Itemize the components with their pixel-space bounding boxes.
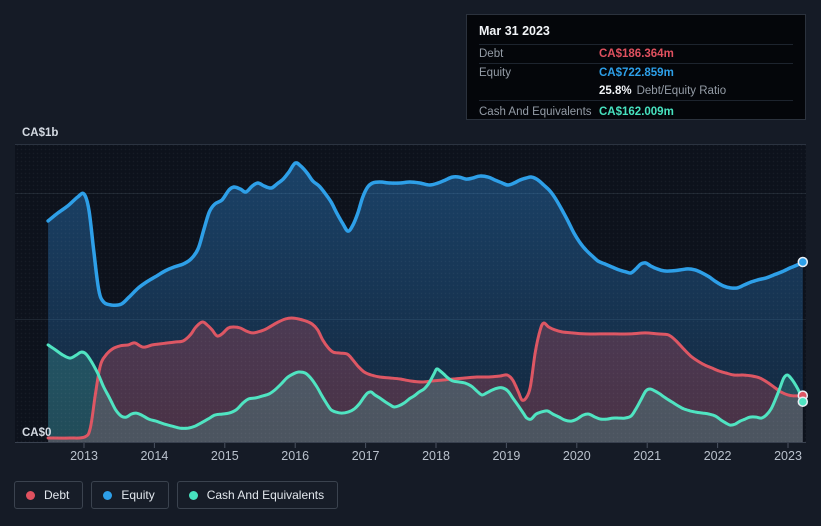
x-axis-label-2021: 2021 bbox=[633, 449, 661, 463]
equity-series-dot-icon bbox=[103, 490, 113, 500]
x-axis-labels: 2013 2014 2015 2016 2017 2018 2019 2020 2021 2022… bbox=[70, 449, 802, 463]
legend-equity-label: Equity bbox=[121, 488, 155, 502]
legend-debt-label: Debt bbox=[44, 488, 70, 502]
x-axis-label-2020: 2020 bbox=[563, 449, 591, 463]
tooltip-cash-value: CA$162.009m bbox=[599, 106, 674, 118]
tooltip-cash-label: Cash And Equivalents bbox=[479, 106, 592, 118]
x-axis-ticks bbox=[83, 443, 789, 448]
debt-series-dot-icon bbox=[26, 490, 35, 500]
x-axis-label-2023: 2023 bbox=[774, 449, 802, 463]
tooltip-equity-value: CA$722.859m bbox=[599, 67, 674, 79]
tooltip-debt-label: Debt bbox=[479, 48, 504, 60]
x-axis-label-2016: 2016 bbox=[281, 449, 309, 463]
legend-item-debt[interactable]: Debt bbox=[14, 481, 84, 509]
tooltip-ratio-value: 25.8% bbox=[599, 85, 632, 97]
tooltip-ratio-label: Debt/Equity Ratio bbox=[636, 85, 727, 97]
y-axis-label-bottom: CA$0 bbox=[22, 427, 51, 439]
legend-item-equity[interactable]: Equity bbox=[91, 481, 169, 509]
cash-series-dot-icon bbox=[188, 490, 198, 500]
tooltip-debt-value: CA$186.364m bbox=[599, 48, 674, 60]
x-axis-label-2013: 2013 bbox=[70, 449, 98, 463]
x-axis-label-2018: 2018 bbox=[422, 449, 450, 463]
legend-cash-label: Cash And Equivalents bbox=[206, 488, 325, 502]
tooltip-date: Mar 31 2023 bbox=[479, 24, 550, 38]
x-axis-label-2017: 2017 bbox=[352, 449, 380, 463]
x-axis-label-2019: 2019 bbox=[492, 449, 520, 463]
chart-legend: Debt Equity Cash And Equivalents bbox=[14, 481, 339, 509]
debt-equity-history-panel: 2013 2014 2015 2016 2017 2018 2019 2020 2021 2022… bbox=[0, 0, 821, 526]
y-axis-label-top: CA$1b bbox=[22, 127, 58, 139]
legend-item-cash[interactable]: Cash And Equivalents bbox=[176, 481, 339, 509]
cash-end-marker bbox=[797, 396, 809, 407]
tooltip-row-cash: Cash And Equivalents CA$162.009m bbox=[479, 100, 793, 123]
chart-tooltip: Mar 31 2023 Debt CA$186.364m Equity CA$7… bbox=[466, 14, 806, 120]
x-axis-label-2022: 2022 bbox=[704, 449, 732, 463]
tooltip-equity-label: Equity bbox=[479, 67, 511, 79]
tooltip-row-ratio: 25.8% Debt/Equity Ratio bbox=[479, 82, 793, 100]
x-axis-label-2015: 2015 bbox=[211, 449, 239, 463]
tooltip-row-equity: Equity CA$722.859m bbox=[479, 63, 793, 82]
tooltip-row-debt: Debt CA$186.364m bbox=[479, 44, 793, 63]
x-axis-label-2014: 2014 bbox=[140, 449, 168, 463]
equity-end-marker bbox=[797, 256, 809, 268]
